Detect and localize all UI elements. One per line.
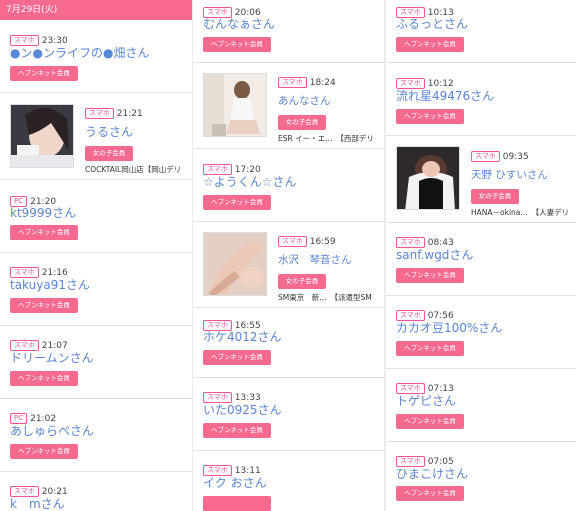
- device-badge: スマホ: [471, 151, 500, 162]
- visitor-list-column-2: スマホ 20:06 むんなぁさん ヘブンネット会員 スマホ 18:24 あんなさん …: [193, 0, 384, 511]
- member-type-button[interactable]: ヘブンネット会員: [396, 109, 464, 124]
- member-type-button[interactable]: ヘブンネット会員: [396, 486, 464, 501]
- member-type-button[interactable]: ヘブンネット会員: [203, 350, 271, 365]
- shop-info[interactable]: ESR イー・エ… 【西部デリ: [278, 133, 384, 144]
- visit-time: 21:16: [41, 267, 68, 278]
- visit-time: 18:24: [309, 77, 336, 88]
- list-item[interactable]: PC 21:02 あしゅらぺさん ヘブンネット会員: [0, 399, 192, 472]
- user-name-link[interactable]: うるさん: [85, 124, 192, 140]
- visit-time: 08:43: [427, 237, 454, 248]
- user-name-link[interactable]: トゲピさん: [396, 393, 456, 409]
- user-name-link[interactable]: ひまこけさん: [396, 466, 468, 482]
- visit-time: 09:35: [502, 151, 529, 162]
- date-header: 7月29日(火): [0, 0, 192, 20]
- visitor-list-column-3: スマホ 10:13 ふるっとさん ヘブンネット会員 スマホ 10:12 流れ星494…: [386, 0, 576, 511]
- visit-time: 13:33: [234, 392, 261, 403]
- list-item[interactable]: スマホ 17:20 ☆ようくん☆さん ヘブンネット会員: [193, 149, 384, 222]
- user-name-link[interactable]: 水沢 琴音さん: [278, 252, 384, 268]
- user-name-link[interactable]: カカオ豆100%さん: [396, 320, 502, 336]
- member-type-button[interactable]: ヘブンネット会員: [203, 423, 271, 438]
- user-name-link[interactable]: いた0925さん: [203, 402, 282, 418]
- list-item[interactable]: スマホ 07:13 トゲピさん ヘブンネット会員: [386, 369, 576, 442]
- profile-photo[interactable]: [396, 146, 460, 210]
- user-name-link[interactable]: sanf.wgdさん: [396, 247, 473, 263]
- user-name-link[interactable]: むんなぁさん: [203, 16, 275, 32]
- member-type-button[interactable]: ヘブンネット会員: [396, 37, 464, 52]
- user-name-link[interactable]: あんなさん: [278, 93, 384, 109]
- shop-info[interactable]: SM東京 新… 【派遣型SM: [278, 292, 384, 303]
- visit-time: 07:56: [427, 310, 454, 321]
- visitor-list-column-1: 7月29日(火) スマホ 23:30 ●ン●ンライフの●畑さん ヘブンネット会員 …: [0, 0, 192, 511]
- member-type-button[interactable]: ヘブンネット会員: [203, 37, 271, 52]
- visit-time: 21:02: [30, 413, 57, 424]
- list-item[interactable]: PC 21:20 kt9999さん ヘブンネット会員: [0, 180, 192, 253]
- visit-time: 13:11: [234, 465, 261, 476]
- user-name-link[interactable]: ホケ4012さん: [203, 329, 282, 345]
- list-item[interactable]: スマホ 10:12 流れ星49476さん ヘブンネット会員: [386, 63, 576, 136]
- list-item[interactable]: スマホ 18:24 あんなさん 女の子会員 ESR イー・エ… 【西部デリ: [193, 63, 384, 149]
- list-item[interactable]: スマホ 23:30 ●ン●ンライフの●畑さん ヘブンネット会員: [0, 20, 192, 93]
- list-item[interactable]: スマホ 20:06 むんなぁさん ヘブンネット会員: [193, 0, 384, 63]
- profile-photo[interactable]: [203, 73, 267, 137]
- visit-time: 10:12: [427, 78, 454, 89]
- member-type-button[interactable]: ヘブンネット会員: [10, 371, 78, 386]
- list-item[interactable]: スマホ 16:55 ホケ4012さん ヘブンネット会員: [193, 308, 384, 378]
- profile-photo[interactable]: [10, 104, 74, 168]
- visit-time: 17:20: [234, 164, 261, 175]
- visit-time: 21:21: [116, 108, 143, 119]
- list-item[interactable]: スマホ 21:07 ドリームンさん ヘブンネット会員: [0, 326, 192, 399]
- user-name-link[interactable]: ドリームンさん: [10, 350, 94, 366]
- user-name-link[interactable]: ●ン●ンライフの●畑さん: [10, 45, 149, 61]
- member-type-button[interactable]: 女の子会員: [278, 115, 326, 130]
- shop-info[interactable]: COCKTAIL岡山店【岡山デリ: [85, 164, 192, 175]
- visit-time: 20:21: [41, 486, 68, 497]
- list-item[interactable]: スマホ 16:59 水沢 琴音さん 女の子会員 SM東京 新… 【派遣型SM: [193, 222, 384, 308]
- device-badge: スマホ: [278, 236, 307, 247]
- member-type-button[interactable]: ヘブンネット会員: [396, 414, 464, 429]
- member-type-button[interactable]: ヘブンネット会員: [10, 444, 78, 459]
- device-badge: スマホ: [85, 108, 114, 119]
- user-name-link[interactable]: 流れ星49476さん: [396, 88, 494, 104]
- list-item[interactable]: スマホ 10:13 ふるっとさん ヘブンネット会員: [386, 0, 576, 63]
- user-name-link[interactable]: kt9999さん: [10, 205, 76, 221]
- list-item[interactable]: スマホ 07:56 カカオ豆100%さん ヘブンネット会員: [386, 296, 576, 369]
- shop-info[interactable]: HANA－okina… 【人妻デリ: [471, 207, 576, 218]
- visit-time: 07:05: [427, 456, 454, 467]
- list-item[interactable]: スマホ 08:43 sanf.wgdさん ヘブンネット会員: [386, 223, 576, 296]
- visit-time: 23:30: [41, 35, 68, 46]
- user-name-link[interactable]: k mさん: [10, 496, 65, 511]
- user-name-link[interactable]: イク おさん: [203, 475, 267, 491]
- visit-time: 07:13: [427, 383, 454, 394]
- member-type-button[interactable]: [203, 496, 271, 511]
- member-type-button[interactable]: 女の子会員: [85, 146, 133, 161]
- user-name-link[interactable]: あしゅらぺさん: [10, 423, 94, 439]
- list-item[interactable]: スマホ 13:33 いた0925さん ヘブンネット会員: [193, 378, 384, 451]
- screen: 7月29日(火) スマホ 23:30 ●ン●ンライフの●畑さん ヘブンネット会員 …: [0, 0, 576, 511]
- profile-photo[interactable]: [203, 232, 267, 296]
- member-type-button[interactable]: ヘブンネット会員: [10, 66, 78, 81]
- user-name-link[interactable]: ふるっとさん: [396, 16, 468, 32]
- member-type-button[interactable]: ヘブンネット会員: [396, 341, 464, 356]
- list-item[interactable]: スマホ 13:11 イク おさん: [193, 451, 384, 511]
- list-item[interactable]: スマホ 21:21 うるさん 女の子会員 COCKTAIL岡山店【岡山デリ: [0, 93, 192, 180]
- member-type-button[interactable]: ヘブンネット会員: [10, 225, 78, 240]
- member-type-button[interactable]: ヘブンネット会員: [396, 268, 464, 283]
- visit-time: 16:59: [309, 236, 336, 247]
- member-type-button[interactable]: 女の子会員: [471, 189, 519, 204]
- user-name-link[interactable]: ☆ようくん☆さん: [203, 174, 297, 190]
- list-item[interactable]: スマホ 07:05 ひまこけさん ヘブンネット会員: [386, 442, 576, 511]
- member-type-button[interactable]: ヘブンネット会員: [10, 298, 78, 313]
- user-name-link[interactable]: 天野 ひすいさん: [471, 167, 576, 183]
- user-name-link[interactable]: takuya91さん: [10, 277, 90, 293]
- list-item[interactable]: スマホ 09:35 天野 ひすいさん 女の子会員 HANA－okina… 【人妻デ…: [386, 136, 576, 223]
- device-badge: スマホ: [278, 77, 307, 88]
- list-item[interactable]: スマホ 21:16 takuya91さん ヘブンネット会員: [0, 253, 192, 326]
- member-type-button[interactable]: ヘブンネット会員: [203, 195, 271, 210]
- visit-time: 21:07: [41, 340, 68, 351]
- member-type-button[interactable]: 女の子会員: [278, 274, 326, 289]
- list-item[interactable]: スマホ 20:21 k mさん: [0, 472, 192, 511]
